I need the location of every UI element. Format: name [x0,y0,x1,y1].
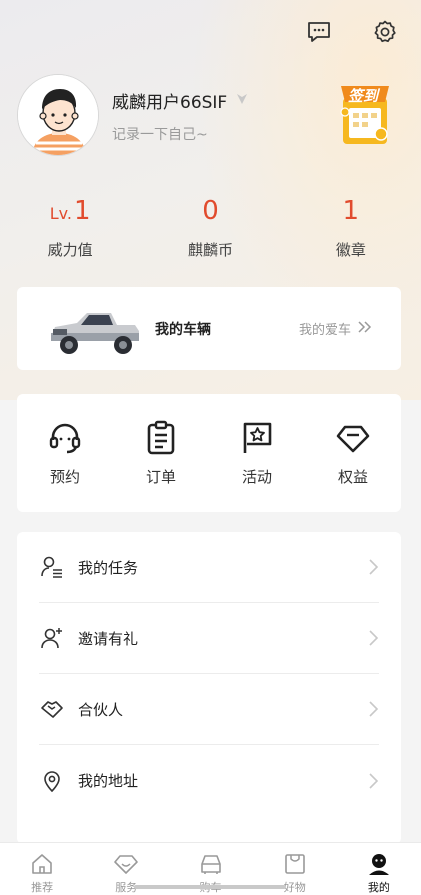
quick-action-orders[interactable]: 订单 [113,394,209,512]
tab-recommend[interactable]: 推荐 [0,843,84,895]
gender-icon [235,92,249,110]
vehicle-image [45,299,145,359]
quick-action-benefits[interactable]: 权益 [305,394,401,512]
settings-icon[interactable] [371,18,399,46]
my-car-link-label: 我的爱车 [298,323,351,338]
username[interactable]: 威麟用户66SIF [112,88,249,113]
stat-value: 0 [202,196,219,226]
location-pin-icon [40,769,64,793]
tab-mine[interactable]: 我的 [337,843,421,895]
stats-row: Lv. 1 威力值 0 麒麟币 1 徽章 [0,196,421,260]
double-chevron-right-icon [357,320,373,337]
menu-item-address[interactable]: 我的地址 [39,745,379,816]
stat-label: 威力值 [47,241,93,259]
header-actions [305,18,399,46]
vehicle-title: 我的车辆 [155,321,211,338]
quick-action-label: 权益 [337,468,368,486]
username-text: 威麟用户66SIF [112,93,228,113]
stat-badges[interactable]: 1 徽章 [281,196,421,260]
stat-label: 麒麟币 [187,241,233,259]
stat-coins[interactable]: 0 麒麟币 [140,196,280,260]
menu-label: 邀请有礼 [78,629,139,648]
stat-power[interactable]: Lv. 1 威力值 [0,196,140,260]
diamond-icon [335,420,371,456]
stat-value: 1 [342,196,360,226]
home-icon [29,851,55,877]
chevron-right-icon [367,629,379,647]
checkin-label: 签到 [348,87,379,105]
service-icon [113,851,139,877]
stat-label: 徽章 [335,241,366,259]
quick-action-reserve[interactable]: 预约 [17,394,113,512]
quick-action-events[interactable]: 活动 [209,394,305,512]
vehicle-card[interactable]: 我的车辆 我的爱车 [17,287,401,370]
stat-value: 1 [74,196,91,226]
menu-list: 我的任务 邀请有礼 合伙人 我的地址 [17,532,401,844]
headset-icon [47,420,83,456]
tab-label: 好物 [283,881,306,894]
home-indicator [134,885,286,889]
profile-icon [366,851,392,877]
menu-item-tasks[interactable]: 我的任务 [39,532,379,603]
message-icon[interactable] [305,18,333,46]
chevron-right-icon [367,700,379,718]
checkin-button[interactable]: 签到 [335,84,395,148]
chevron-right-icon [367,558,379,576]
task-user-icon [40,555,64,579]
shop-bag-icon [282,851,308,877]
car-icon [198,851,224,877]
tab-label: 我的 [367,881,390,894]
menu-item-partner[interactable]: 合伙人 [39,674,379,745]
quick-actions: 预约 订单 活动 权益 [17,394,401,512]
menu-item-invite[interactable]: 邀请有礼 [39,603,379,674]
quick-action-label: 订单 [145,468,176,486]
flag-icon [239,420,275,456]
clipboard-icon [143,420,179,456]
menu-label: 我的任务 [78,558,139,577]
chevron-right-icon [367,772,379,790]
user-bio[interactable]: 记录一下自己~ [112,124,208,144]
quick-action-label: 预约 [49,468,80,486]
stat-prefix: Lv. [49,204,72,223]
menu-label: 我的地址 [78,772,139,790]
handshake-icon [40,697,64,721]
menu-label: 合伙人 [78,700,124,719]
invite-user-icon [40,626,64,650]
quick-action-label: 活动 [241,468,272,486]
my-car-link[interactable]: 我的爱车 [299,319,373,338]
tab-label: 推荐 [31,881,54,894]
avatar[interactable] [17,74,99,156]
